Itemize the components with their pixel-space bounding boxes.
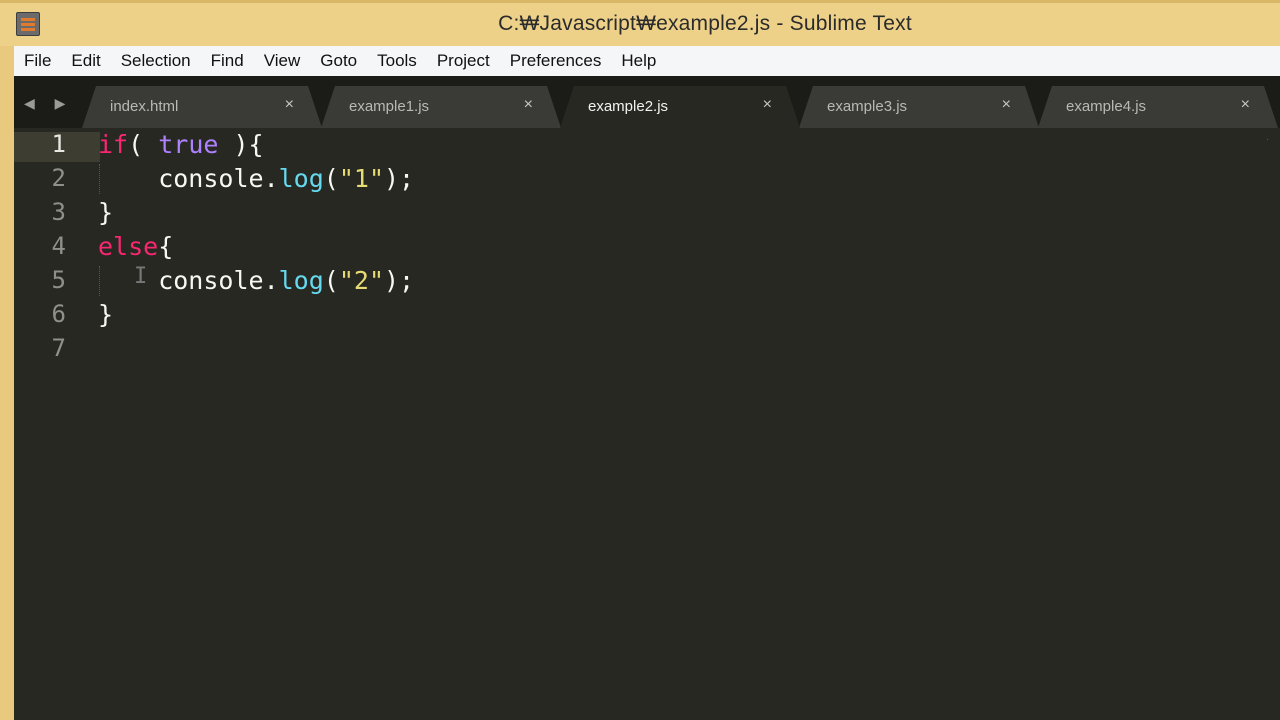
function-token: log [278, 266, 324, 295]
menu-help[interactable]: Help [611, 46, 666, 76]
line-number: 7 [51, 334, 66, 362]
tab-close-icon[interactable]: × [1002, 96, 1011, 114]
string-token: "2" [338, 266, 384, 295]
function-token: log [278, 164, 324, 193]
menu-project[interactable]: Project [427, 46, 500, 76]
menu-view[interactable]: View [254, 46, 311, 76]
window-left-border [0, 46, 14, 720]
menu-find[interactable]: Find [201, 46, 254, 76]
punctuation-token: ){ [218, 130, 264, 159]
tab-example3-js[interactable]: example3.js × [799, 86, 1039, 128]
menu-bar: File Edit Selection Find View Goto Tools… [14, 46, 1280, 76]
minimap-indicator-icon[interactable]: · [1266, 134, 1276, 145]
punctuation-token: { [158, 232, 174, 261]
tab-close-icon[interactable]: × [1241, 96, 1250, 114]
keyword-token: if [98, 130, 129, 159]
line-number: 3 [51, 198, 66, 226]
punctuation-token: ( [323, 164, 339, 193]
code-line-6[interactable]: } [98, 300, 113, 329]
menu-file[interactable]: File [14, 46, 61, 76]
code-line-2[interactable]: console.log("1"); [98, 164, 414, 193]
string-token: "1" [338, 164, 384, 193]
identifier-token: console. [98, 266, 279, 295]
identifier-token: console. [98, 164, 279, 193]
line-number: 4 [51, 232, 66, 260]
menu-tools[interactable]: Tools [367, 46, 427, 76]
tab-label: example4.js [1066, 98, 1147, 115]
line-number: 1 [51, 130, 66, 158]
tab-label: example2.js [588, 98, 669, 115]
menu-selection[interactable]: Selection [111, 46, 201, 76]
title-bar: C:₩Javascript₩example2.js - Sublime Text [0, 0, 1280, 46]
constant-token: true [158, 130, 219, 159]
menu-goto[interactable]: Goto [310, 46, 367, 76]
menu-edit[interactable]: Edit [61, 46, 110, 76]
punctuation-token: ( [128, 130, 159, 159]
code-editor[interactable] [14, 128, 1280, 720]
line-number: 2 [51, 164, 66, 192]
tab-close-icon[interactable]: × [763, 96, 772, 114]
tab-close-icon[interactable]: × [524, 96, 533, 114]
punctuation-token: ( [323, 266, 339, 295]
code-line-1[interactable]: if( true ){ [98, 130, 264, 159]
keyword-token: else [98, 232, 159, 261]
menu-preferences[interactable]: Preferences [500, 46, 612, 76]
punctuation-token: } [98, 300, 114, 329]
tab-close-icon[interactable]: × [285, 96, 294, 114]
punctuation-token: ); [384, 266, 415, 295]
tab-example2-js[interactable]: example2.js × [560, 86, 800, 128]
line-number: 6 [51, 300, 66, 328]
punctuation-token: ); [384, 164, 415, 193]
code-line-3[interactable]: } [98, 198, 113, 227]
tab-index-html[interactable]: index.html × [82, 86, 322, 128]
tab-label: example3.js [827, 98, 908, 115]
code-line-4[interactable]: else{ [98, 232, 173, 261]
line-number: 5 [51, 266, 66, 294]
punctuation-token: } [98, 198, 114, 227]
tab-example4-js[interactable]: example4.js × [1038, 86, 1278, 128]
window-title: C:₩Javascript₩example2.js - Sublime Text [498, 12, 912, 35]
text-cursor-ibeam-icon: I [134, 266, 147, 288]
tab-nav-arrows-icon[interactable]: ◀ ▶ [24, 95, 73, 112]
title-bar-strip [0, 0, 1280, 3]
tab-label: index.html [110, 98, 179, 115]
tab-example1-js[interactable]: example1.js × [321, 86, 561, 128]
tab-label: example1.js [349, 98, 430, 115]
